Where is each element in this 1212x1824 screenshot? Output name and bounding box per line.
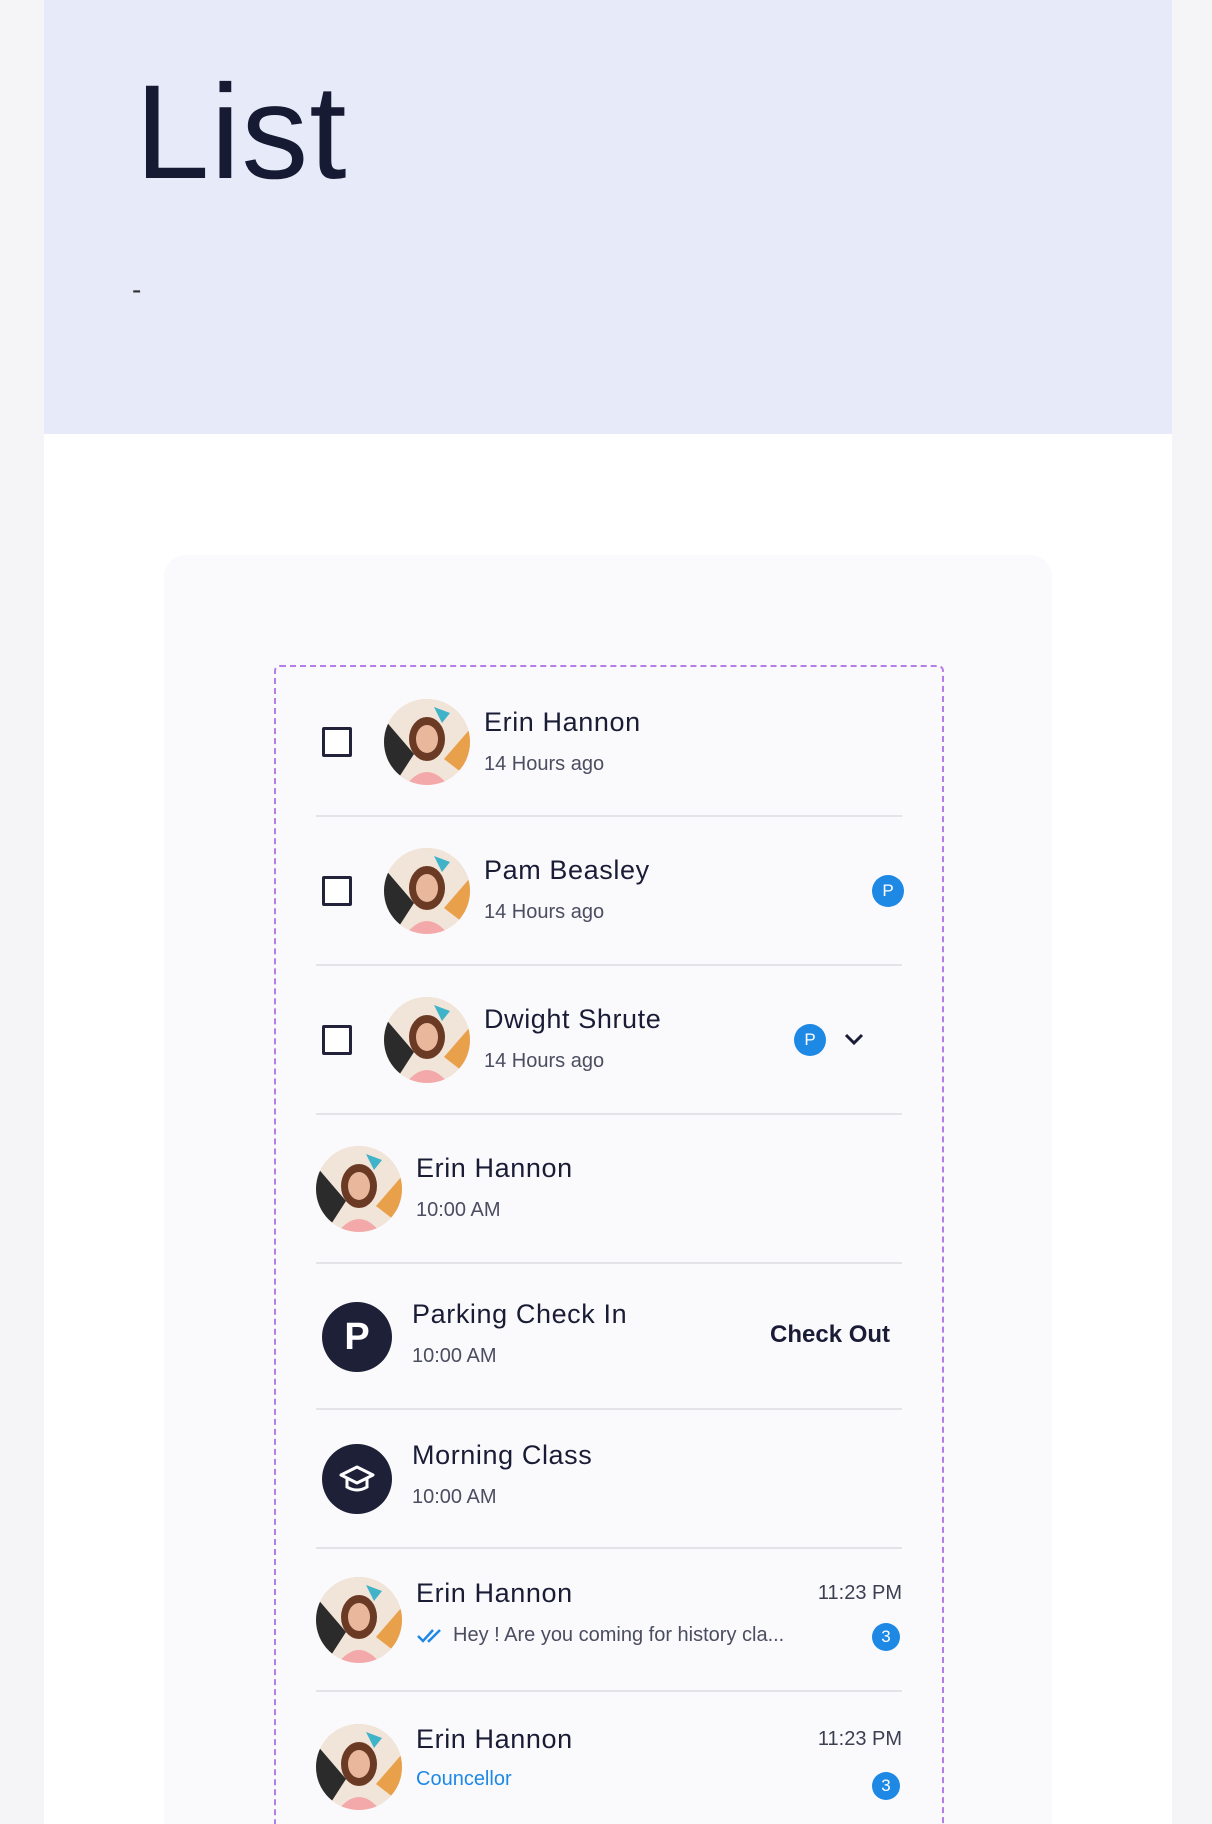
item-subtitle: 14 Hours ago — [484, 1050, 605, 1072]
page-subtitle: - — [132, 274, 142, 305]
item-title: Parking Check In — [412, 1299, 628, 1329]
unread-count-badge: 3 — [872, 1623, 900, 1651]
item-subtitle: 14 Hours ago — [484, 901, 605, 923]
item-title: Dwight Shrute — [484, 1004, 662, 1034]
row-checkbox[interactable] — [322, 727, 352, 757]
check-out-button[interactable]: Check Out — [770, 1321, 890, 1349]
item-title: Erin Hannon — [416, 1724, 573, 1754]
item-subtitle: 14 Hours ago — [484, 753, 605, 775]
item-subtitle: 10:00 AM — [412, 1345, 497, 1367]
item-subtitle: 10:00 AM — [416, 1199, 501, 1221]
avatar — [316, 1146, 402, 1232]
row-checkbox[interactable] — [322, 1025, 352, 1055]
item-title: Morning Class — [412, 1440, 593, 1470]
item-title: Pam Beasley — [484, 855, 650, 885]
list-frame: Erin Hannon 14 Hours ago Pam Beasley 14 … — [274, 665, 944, 1824]
item-title: Erin Hannon — [416, 1578, 573, 1608]
item-title: Erin Hannon — [416, 1153, 573, 1183]
parking-icon-letter: P — [344, 1315, 370, 1358]
avatar — [384, 997, 470, 1083]
row-checkbox[interactable] — [322, 876, 352, 906]
status-badge: P — [794, 1024, 826, 1056]
list-item[interactable]: Dwight Shrute 14 Hours ago P — [316, 966, 902, 1115]
chevron-down-icon[interactable] — [842, 1030, 866, 1048]
page: List - Erin Hannon 14 Hours ago Pam Beas… — [44, 0, 1172, 1824]
timestamp: 11:23 PM — [817, 1582, 902, 1604]
double-check-icon — [417, 1629, 441, 1643]
page-title: List — [135, 58, 348, 207]
list-item[interactable]: Erin Hannon 10:00 AM — [316, 1115, 902, 1264]
role-label: Councellor — [416, 1768, 512, 1790]
avatar — [384, 699, 470, 785]
list-item[interactable]: Erin Hannon 14 Hours ago — [316, 667, 902, 817]
page-header: List - — [44, 0, 1172, 434]
parking-icon: P — [322, 1302, 392, 1372]
list-item[interactable]: Erin Hannon Councellor 11:23 PM 3 — [316, 1692, 902, 1824]
message-preview: Hey ! Are you coming for history cla... — [453, 1624, 785, 1646]
item-subtitle: 10:00 AM — [412, 1486, 497, 1508]
list-item[interactable]: Morning Class 10:00 AM — [316, 1410, 902, 1549]
status-badge: P — [872, 875, 904, 907]
avatar — [316, 1724, 402, 1810]
graduation-cap-icon — [322, 1444, 392, 1514]
unread-count-badge: 3 — [872, 1772, 900, 1800]
avatar — [384, 848, 470, 934]
timestamp: 11:23 PM — [817, 1728, 902, 1750]
list-item[interactable]: Erin Hannon Hey ! Are you coming for his… — [316, 1549, 902, 1692]
list-item[interactable]: Pam Beasley 14 Hours ago P — [316, 817, 904, 966]
avatar — [316, 1577, 402, 1663]
list-item[interactable]: P Parking Check In 10:00 AM Check Out — [316, 1264, 902, 1410]
demo-card: Erin Hannon 14 Hours ago Pam Beasley 14 … — [164, 555, 1052, 1824]
item-title: Erin Hannon — [484, 707, 641, 737]
